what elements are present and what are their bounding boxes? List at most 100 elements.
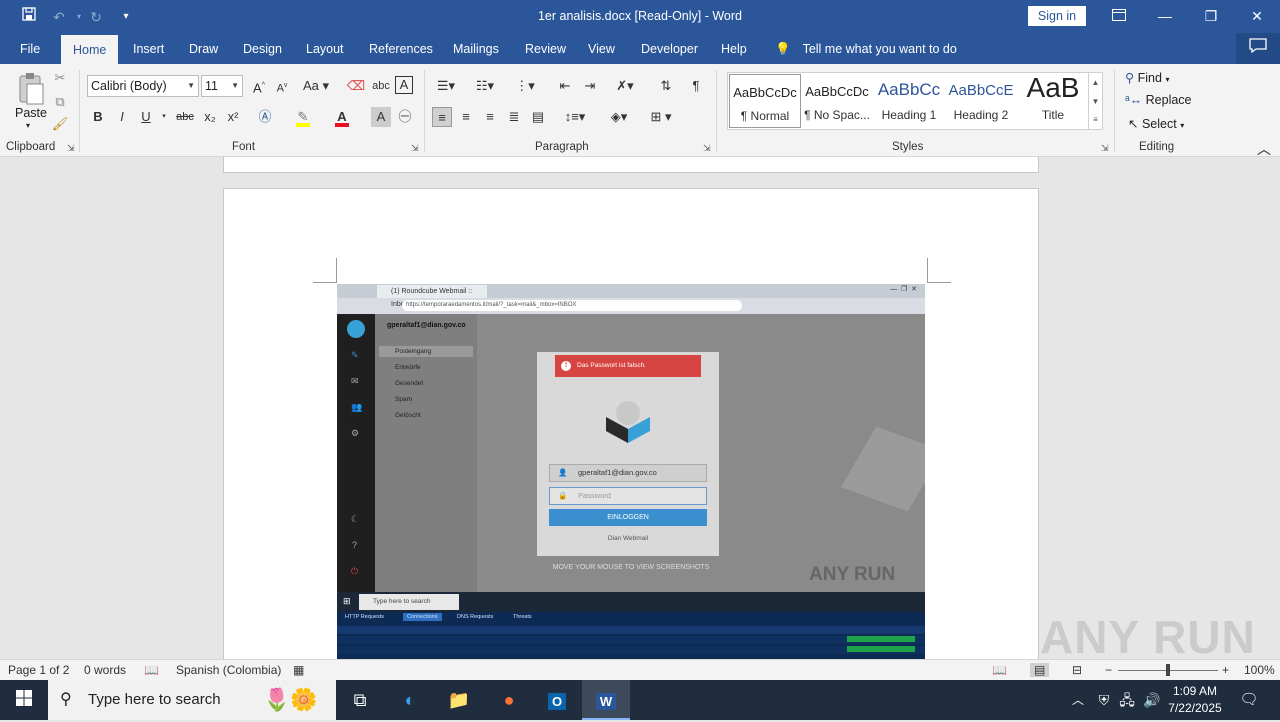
style-heading-2[interactable]: AaBbCcE Heading 2 bbox=[945, 74, 1017, 128]
strikethrough-button[interactable]: abc bbox=[175, 107, 195, 127]
word-icon[interactable]: W bbox=[582, 680, 630, 720]
tab-design[interactable]: Design bbox=[231, 33, 294, 64]
tab-home[interactable]: Home bbox=[61, 35, 119, 64]
italic-button[interactable]: I bbox=[112, 107, 132, 127]
document-area[interactable]: (1) Roundcube Webmail :: Inbox — ❐ ✕ htt… bbox=[0, 157, 1280, 659]
styles-scroll-up-icon[interactable]: ▲ bbox=[1088, 73, 1102, 92]
zoom-in-icon[interactable]: + bbox=[1222, 663, 1229, 677]
embedded-screenshot-image[interactable]: (1) Roundcube Webmail :: Inbox — ❐ ✕ htt… bbox=[337, 284, 925, 659]
taskbar-clock[interactable]: 1:09 AM 7/22/2025 bbox=[1160, 683, 1230, 717]
font-name-combo[interactable]: Calibri (Body) ▼ bbox=[87, 75, 199, 97]
outlook-icon[interactable]: O bbox=[533, 680, 581, 720]
borders-icon[interactable]: ⊞ ▾ bbox=[644, 107, 678, 127]
character-shading-icon[interactable]: A bbox=[371, 107, 391, 127]
clipboard-launcher-icon[interactable]: ⇲ bbox=[67, 143, 75, 154]
firefox-icon[interactable]: ● bbox=[485, 680, 533, 720]
subscript-button[interactable]: x₂ bbox=[200, 107, 220, 127]
line-spacing-icon[interactable]: ↕≡▾ bbox=[561, 107, 589, 127]
font-launcher-icon[interactable]: ⇲ bbox=[411, 143, 419, 154]
sign-in-button[interactable]: Sign in bbox=[1028, 6, 1086, 26]
security-icon[interactable]: ⛨ bbox=[1092, 680, 1116, 720]
taskbar-search-input[interactable]: ⚲ Type here to search 🌷🌼 bbox=[48, 680, 336, 720]
web-layout-icon[interactable]: ⊟ bbox=[1072, 663, 1082, 677]
decrease-indent-icon[interactable]: ⇤ bbox=[555, 76, 575, 96]
clear-formatting-icon[interactable]: ⌫ bbox=[346, 76, 366, 96]
phonetic-guide-icon[interactable]: abc bbox=[371, 76, 391, 96]
replace-button[interactable]: ᵃ↔ Replace bbox=[1125, 93, 1192, 107]
shrink-font-icon[interactable]: Av bbox=[272, 76, 292, 96]
superscript-button[interactable]: x² bbox=[223, 107, 243, 127]
edge-icon[interactable]: ◐ bbox=[386, 680, 434, 720]
ribbon-display-options-icon[interactable] bbox=[1096, 0, 1142, 33]
select-button[interactable]: ↖ Select ▾ bbox=[1128, 116, 1184, 131]
asian-layout-icon[interactable]: ✗▾ bbox=[612, 76, 638, 96]
show-formatting-marks-icon[interactable]: ¶ bbox=[686, 76, 706, 96]
paste-button[interactable]: Paste bbox=[15, 106, 47, 120]
underline-button[interactable]: U bbox=[136, 107, 156, 127]
page-count[interactable]: Page 1 of 2 bbox=[8, 663, 69, 677]
zoom-level[interactable]: 100% bbox=[1244, 663, 1275, 677]
styles-launcher-icon[interactable]: ⇲ bbox=[1101, 143, 1109, 154]
underline-dropdown-icon[interactable]: ▾ bbox=[154, 107, 174, 127]
sort-icon[interactable]: ⇅ bbox=[656, 76, 676, 96]
tab-file[interactable]: File bbox=[8, 33, 52, 64]
change-case-icon[interactable]: Aa ▾ bbox=[300, 76, 332, 96]
style-title[interactable]: AaB Title bbox=[1017, 74, 1089, 128]
enclose-characters-icon[interactable]: ㊀ bbox=[395, 107, 415, 127]
maximize-icon[interactable]: ❐ bbox=[1188, 0, 1234, 33]
proofing-icon[interactable]: 📖 bbox=[144, 663, 159, 677]
bullets-icon[interactable]: ☰▾ bbox=[433, 76, 459, 96]
character-border-icon[interactable]: A bbox=[395, 76, 413, 94]
paragraph-launcher-icon[interactable]: ⇲ bbox=[703, 143, 711, 154]
font-size-combo[interactable]: 11 ▼ bbox=[201, 75, 243, 97]
file-explorer-icon[interactable]: 📁 bbox=[435, 680, 483, 720]
find-button[interactable]: ⚲ Find ▾ bbox=[1125, 70, 1169, 85]
text-effects-icon[interactable]: Ⓐ bbox=[255, 107, 275, 127]
increase-indent-icon[interactable]: ⇥ bbox=[580, 76, 600, 96]
format-painter-icon[interactable]: 🖌 bbox=[50, 114, 70, 134]
tab-references[interactable]: References bbox=[357, 33, 445, 64]
multilevel-list-icon[interactable]: ⋮▾ bbox=[512, 76, 538, 96]
tab-insert[interactable]: Insert bbox=[121, 33, 176, 64]
paste-icon[interactable] bbox=[17, 72, 45, 106]
tab-mailings[interactable]: Mailings bbox=[441, 33, 511, 64]
grow-font-icon[interactable]: A^ bbox=[249, 76, 269, 96]
numbering-icon[interactable]: ☷▾ bbox=[472, 76, 498, 96]
windows-start-icon[interactable] bbox=[0, 680, 48, 720]
minimize-icon[interactable]: — bbox=[1142, 0, 1188, 33]
close-icon[interactable]: ✕ bbox=[1234, 0, 1280, 33]
styles-scroll-down-icon[interactable]: ▼ bbox=[1088, 92, 1102, 111]
shading-icon[interactable]: ◈▾ bbox=[605, 107, 633, 127]
copy-icon[interactable]: ⧉ bbox=[50, 92, 70, 112]
paste-dropdown-icon[interactable]: ▾ bbox=[26, 121, 30, 130]
style-normal[interactable]: AaBbCcDc ¶ Normal bbox=[729, 74, 801, 128]
task-view-icon[interactable]: ⧉ bbox=[336, 680, 384, 720]
word-count[interactable]: 0 words bbox=[84, 663, 126, 677]
network-icon[interactable]: 🖧 bbox=[1115, 680, 1139, 720]
tell-me-search[interactable]: 💡 Tell me what you want to do bbox=[775, 33, 957, 64]
tab-view[interactable]: View bbox=[576, 33, 627, 64]
justify-icon[interactable]: ≣ bbox=[504, 107, 524, 127]
style-no-spacing[interactable]: AaBbCcDc ¶ No Spac... bbox=[801, 74, 873, 128]
show-hidden-icons-icon[interactable]: ︿ bbox=[1066, 680, 1090, 720]
style-heading-1[interactable]: AaBbCc Heading 1 bbox=[873, 74, 945, 128]
align-left-icon[interactable]: ≡ bbox=[432, 107, 452, 127]
comments-icon[interactable] bbox=[1236, 33, 1280, 64]
collapse-ribbon-icon[interactable]: ︿ bbox=[1257, 139, 1271, 159]
font-color-icon[interactable]: A bbox=[332, 107, 352, 127]
notifications-icon[interactable]: 🗨 bbox=[1234, 680, 1264, 720]
align-right-icon[interactable]: ≡ bbox=[480, 107, 500, 127]
styles-more-icon[interactable]: ≡ bbox=[1088, 111, 1102, 129]
print-layout-icon[interactable]: ▤ bbox=[1030, 663, 1050, 677]
tab-developer[interactable]: Developer bbox=[629, 33, 710, 64]
bold-button[interactable]: B bbox=[88, 107, 108, 127]
cut-icon[interactable]: ✂ bbox=[50, 68, 70, 88]
tab-help[interactable]: Help bbox=[709, 33, 759, 64]
align-center-icon[interactable]: ≡ bbox=[456, 107, 476, 127]
tab-review[interactable]: Review bbox=[513, 33, 578, 64]
tab-draw[interactable]: Draw bbox=[177, 33, 230, 64]
tab-layout[interactable]: Layout bbox=[294, 33, 356, 64]
document-page[interactable]: (1) Roundcube Webmail :: Inbox — ❐ ✕ htt… bbox=[223, 188, 1039, 659]
language[interactable]: Spanish (Colombia) bbox=[176, 663, 281, 677]
zoom-out-icon[interactable]: − bbox=[1105, 663, 1112, 677]
